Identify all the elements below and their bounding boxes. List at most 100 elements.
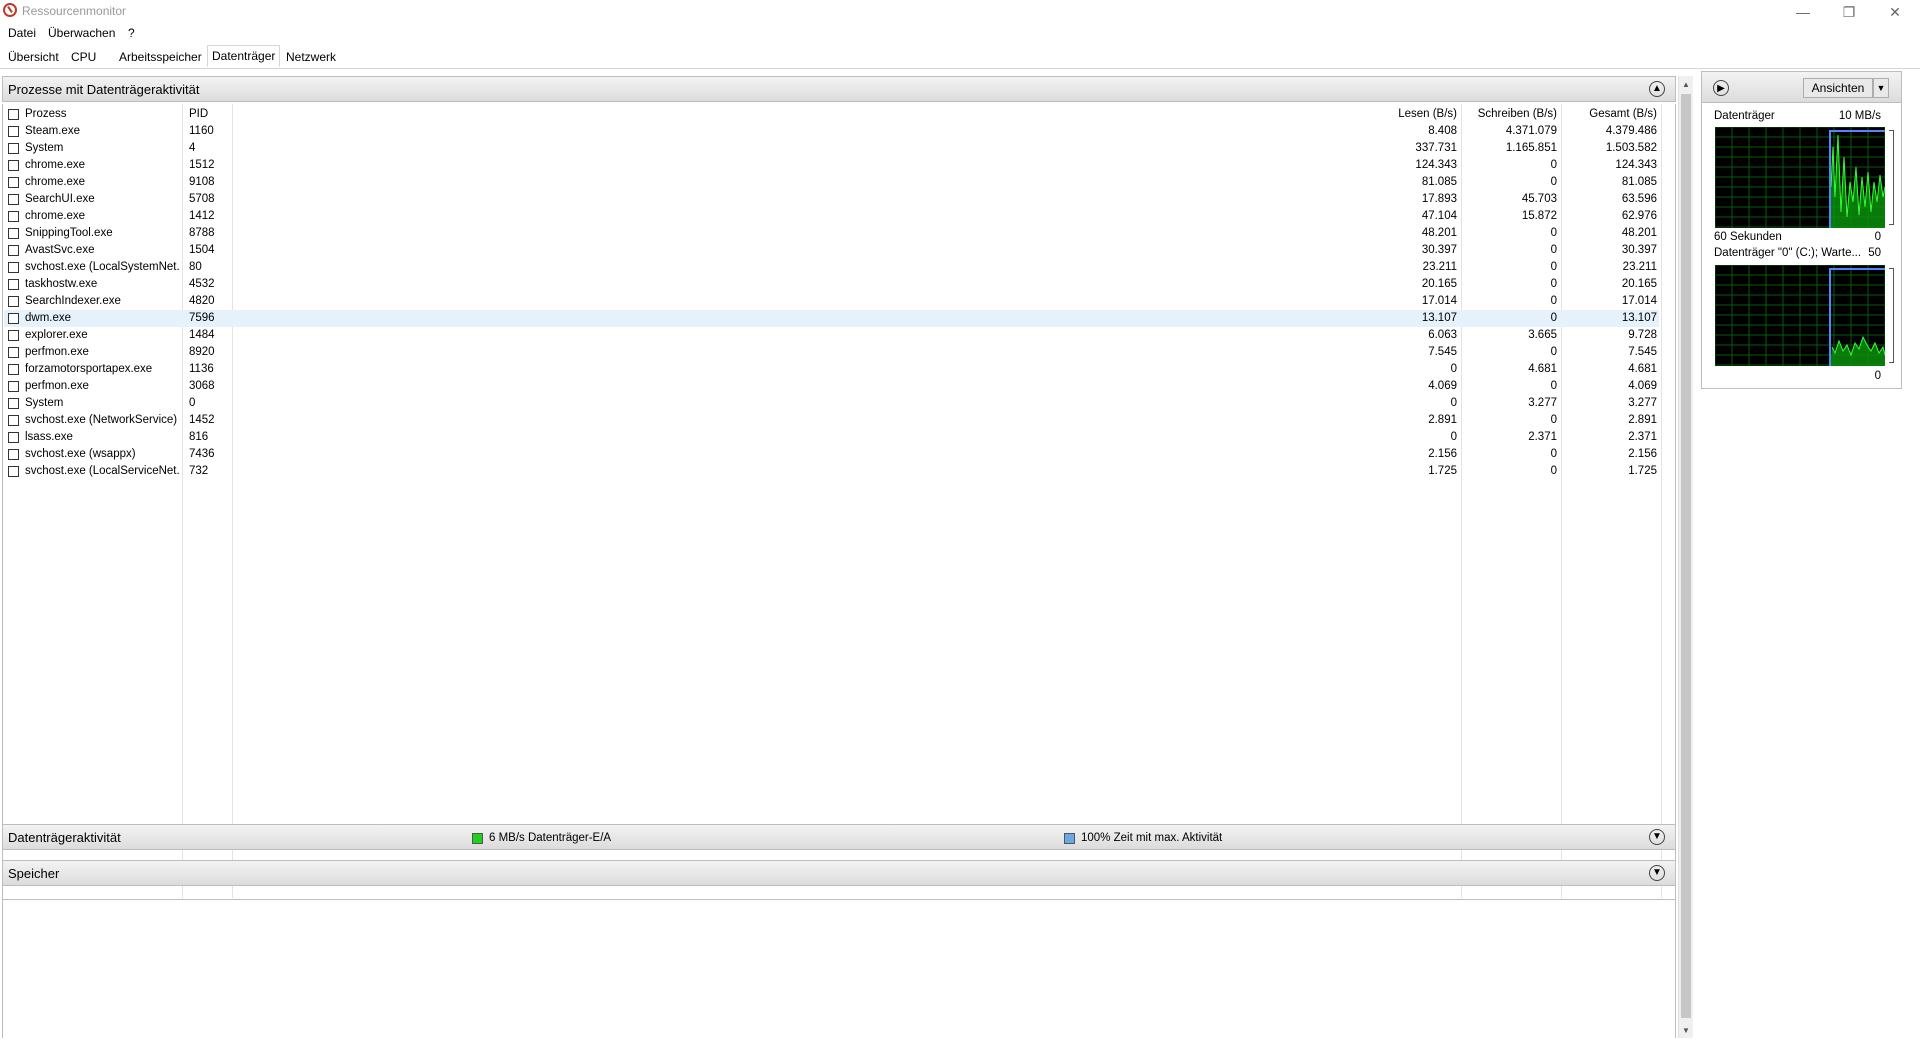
storage-section-header[interactable]: Speicher ▼ [2,860,1676,886]
tab-overview[interactable]: Übersicht [8,48,59,68]
row-checkbox[interactable] [8,364,19,375]
table-row[interactable]: lsass.exe 816 0 2.371 2.371 [4,429,1659,446]
read-cell: 81.085 [1421,176,1457,188]
graph1-label: Datenträger [1714,110,1775,122]
row-checkbox[interactable] [8,347,19,358]
pid-cell: 5708 [189,193,215,205]
table-row[interactable]: perfmon.exe 8920 7.545 0 7.545 [4,344,1659,361]
vertical-scrollbar[interactable]: ▲ ▼ [1678,76,1693,1038]
queue-series [1830,337,1885,366]
chevron-right-icon[interactable]: ▶ [1713,80,1729,96]
total-cell: 3.277 [1628,397,1657,409]
table-row[interactable]: svchost.exe (wsappx) 7436 2.156 0 2.156 [4,446,1659,463]
total-cell: 4.379.486 [1605,125,1657,137]
row-checkbox[interactable] [8,194,19,205]
chevron-up-icon[interactable]: ▲ [1649,81,1665,97]
graph1-min: 0 [1874,231,1881,243]
row-checkbox[interactable] [8,211,19,222]
menu-monitor[interactable]: Überwachen [48,26,115,40]
row-checkbox[interactable] [8,296,19,307]
column-header-process[interactable]: Prozess [25,108,67,120]
views-dropdown-icon[interactable]: ▼ [1873,78,1889,98]
scroll-up-icon[interactable]: ▲ [1679,76,1693,92]
write-cell: 0 [1550,414,1557,426]
processes-section-header[interactable]: Prozesse mit Datenträgeraktivität ▲ [2,76,1676,102]
minimize-button[interactable]: — [1780,0,1826,24]
tab-memory[interactable]: Arbeitsspeicher [119,48,202,68]
scrollbar-thumb[interactable] [1681,94,1691,1018]
menu-file[interactable]: Datei [8,26,36,40]
row-checkbox[interactable] [8,313,19,324]
table-row[interactable]: svchost.exe (NetworkService) 1452 2.891 0 2.… [4,412,1659,429]
row-checkbox[interactable] [8,245,19,256]
table-row[interactable]: SnippingTool.exe 8788 48.201 0 48.201 [4,225,1659,242]
column-header-total[interactable]: Gesamt (B/s) [1561,108,1657,120]
disk-graph [1715,127,1885,228]
table-row[interactable]: SearchUI.exe 5708 17.893 45.703 63.596 [4,191,1659,208]
table-row[interactable]: SearchIndexer.exe 4820 17.014 0 17.014 [4,293,1659,310]
table-row[interactable]: chrome.exe 1412 47.104 15.872 62.976 [4,208,1659,225]
column-header-read[interactable]: Lesen (B/s) [1361,108,1457,120]
row-checkbox[interactable] [8,262,19,273]
table-row[interactable]: chrome.exe 1512 124.343 0 124.343 [4,157,1659,174]
row-checkbox[interactable] [8,432,19,443]
tab-network[interactable]: Netzwerk [286,48,336,68]
row-checkbox[interactable] [8,160,19,171]
table-row[interactable]: chrome.exe 9108 81.085 0 81.085 [4,174,1659,191]
pid-cell: 732 [189,465,209,477]
close-button[interactable]: ✕ [1872,0,1918,24]
pid-cell: 1452 [189,414,215,426]
read-cell: 2.156 [1428,448,1457,460]
main-pane: Prozesse mit Datenträgeraktivität ▲ Proz… [2,76,1678,1038]
max-activity-legend-label: 100% Zeit mit max. Aktivität [1081,832,1223,844]
chevron-down-icon[interactable]: ▼ [1649,829,1665,845]
row-checkbox[interactable] [8,126,19,137]
process-name-cell: chrome.exe [25,210,86,222]
table-row[interactable]: dwm.exe 7596 13.107 0 13.107 [4,310,1659,327]
chevron-down-icon[interactable]: ▼ [1649,865,1665,881]
column-separator [1661,104,1662,898]
row-checkbox[interactable] [8,415,19,426]
row-checkbox[interactable] [8,381,19,392]
table-row[interactable]: taskhostw.exe 4532 20.165 0 20.165 [4,276,1659,293]
column-header-pid[interactable]: PID [189,108,208,120]
table-row[interactable]: AvastSvc.exe 1504 30.397 0 30.397 [4,242,1659,259]
process-name-cell: svchost.exe (LocalServiceNet... [25,465,180,477]
row-checkbox[interactable] [8,398,19,409]
column-header-write[interactable]: Schreiben (B/s) [1461,108,1557,120]
views-button[interactable]: Ansichten [1803,78,1873,98]
maximize-button[interactable]: ❐ [1826,0,1872,24]
row-checkbox[interactable] [8,330,19,341]
row-checkbox[interactable] [8,143,19,154]
table-row[interactable]: Steam.exe 1160 8.408 4.371.079 4.379.486 [4,123,1659,140]
menu-bar: Datei Überwachen ? [0,24,1920,42]
tab-cpu[interactable]: CPU [71,48,96,68]
table-row[interactable]: System 0 0 3.277 3.277 [4,395,1659,412]
table-row[interactable]: explorer.exe 1484 6.063 3.665 9.728 [4,327,1659,344]
table-row[interactable]: svchost.exe (LocalSystemNet... 80 23.211 0 2… [4,259,1659,276]
row-checkbox[interactable] [8,177,19,188]
row-checkbox[interactable] [8,449,19,460]
read-cell: 124.343 [1415,159,1457,171]
pid-cell: 1484 [189,329,215,341]
tab-disk[interactable]: Datenträger [207,45,281,67]
read-cell: 8.408 [1428,125,1457,137]
table-row[interactable]: svchost.exe (LocalServiceNet... 732 1.725 0… [4,463,1659,480]
read-cell: 4.069 [1428,380,1457,392]
table-row[interactable]: perfmon.exe 3068 4.069 0 4.069 [4,378,1659,395]
scroll-down-icon[interactable]: ▼ [1679,1022,1693,1038]
write-cell: 0 [1550,448,1557,460]
row-checkbox[interactable] [8,279,19,290]
row-checkbox[interactable] [8,228,19,239]
disk-activity-section-header[interactable]: Datenträgeraktivität 6 MB/s Datenträger-… [2,824,1676,850]
table-row[interactable]: System 4 337.731 1.165.851 1.503.582 [4,140,1659,157]
select-all-checkbox[interactable] [8,109,19,120]
process-name-cell: taskhostw.exe [25,278,98,290]
read-cell: 7.545 [1428,346,1457,358]
table-row[interactable]: forzamotorsportapex.exe 1136 0 4.681 4.681 [4,361,1659,378]
write-cell: 0 [1550,244,1557,256]
row-checkbox[interactable] [8,466,19,477]
resource-monitor-icon [3,3,17,17]
menu-help[interactable]: ? [128,26,135,40]
write-cell: 0 [1550,346,1557,358]
